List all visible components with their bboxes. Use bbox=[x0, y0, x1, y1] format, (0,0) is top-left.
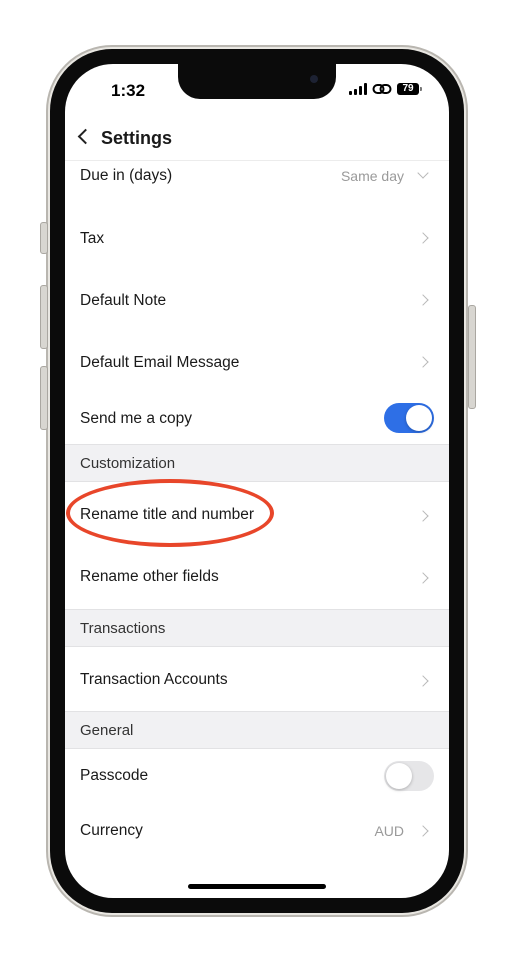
send-copy-label: Send me a copy bbox=[80, 410, 193, 427]
currency-row[interactable]: Currency AUD bbox=[65, 803, 449, 858]
tax-label: Tax bbox=[80, 230, 105, 247]
rename-other-label: Rename other fields bbox=[80, 568, 219, 585]
default-email-row[interactable]: Default Email Message bbox=[65, 345, 449, 407]
chevron-right-icon bbox=[417, 510, 429, 522]
default-note-row[interactable]: Default Note bbox=[65, 283, 449, 345]
home-indicator bbox=[188, 884, 326, 889]
due-days-label: Due in (days) bbox=[80, 167, 173, 184]
chevron-right-icon bbox=[417, 294, 429, 306]
volume-down-button bbox=[40, 366, 48, 430]
default-email-label: Default Email Message bbox=[80, 354, 240, 371]
navigation-bar: Settings bbox=[65, 120, 449, 161]
passcode-toggle[interactable] bbox=[384, 761, 434, 791]
passcode-label: Passcode bbox=[80, 767, 149, 784]
transaction-accounts-row[interactable]: Transaction Accounts bbox=[65, 647, 449, 711]
section-header-transactions: Transactions bbox=[65, 609, 449, 647]
due-days-row[interactable]: Due in (days) Same day bbox=[65, 161, 449, 221]
section-title: General bbox=[80, 722, 134, 739]
chevron-right-icon bbox=[417, 675, 429, 687]
phone-screen: 1:32 79 Settings Due in (days) Same day … bbox=[65, 64, 449, 898]
link-icon bbox=[372, 84, 392, 94]
highlight-ellipse-annotation bbox=[66, 479, 274, 547]
battery-icon: 79 bbox=[397, 83, 422, 95]
section-title: Customization bbox=[80, 455, 176, 472]
notch bbox=[178, 64, 336, 99]
send-copy-toggle[interactable] bbox=[384, 403, 434, 433]
transaction-accounts-label: Transaction Accounts bbox=[80, 671, 228, 688]
silent-switch bbox=[40, 222, 48, 254]
tax-row[interactable]: Tax bbox=[65, 221, 449, 283]
back-chevron-icon[interactable] bbox=[77, 128, 94, 145]
toggle-knob bbox=[386, 763, 412, 789]
passcode-row: Passcode bbox=[65, 749, 449, 803]
section-header-general: General bbox=[65, 711, 449, 749]
chevron-right-icon bbox=[417, 232, 429, 244]
rename-other-row[interactable]: Rename other fields bbox=[65, 544, 449, 609]
status-icons: 79 bbox=[349, 82, 422, 96]
chevron-right-icon bbox=[417, 356, 429, 368]
cellular-signal-icon bbox=[349, 83, 367, 95]
chevron-right-icon bbox=[417, 825, 429, 837]
section-header-customization: Customization bbox=[65, 444, 449, 482]
chevron-right-icon bbox=[417, 572, 429, 584]
currency-label: Currency bbox=[80, 822, 143, 839]
page-title: Settings bbox=[101, 128, 173, 148]
toggle-knob bbox=[406, 405, 432, 431]
camera-icon bbox=[310, 75, 318, 83]
default-note-label: Default Note bbox=[80, 292, 167, 309]
status-time: 1:32 bbox=[111, 81, 146, 100]
currency-value: AUD bbox=[374, 823, 404, 839]
power-button bbox=[468, 305, 476, 409]
volume-up-button bbox=[40, 285, 48, 349]
due-days-value: Same day bbox=[340, 168, 404, 184]
section-title: Transactions bbox=[80, 620, 166, 637]
send-copy-row: Send me a copy bbox=[65, 402, 449, 444]
chevron-down-icon bbox=[417, 167, 429, 179]
